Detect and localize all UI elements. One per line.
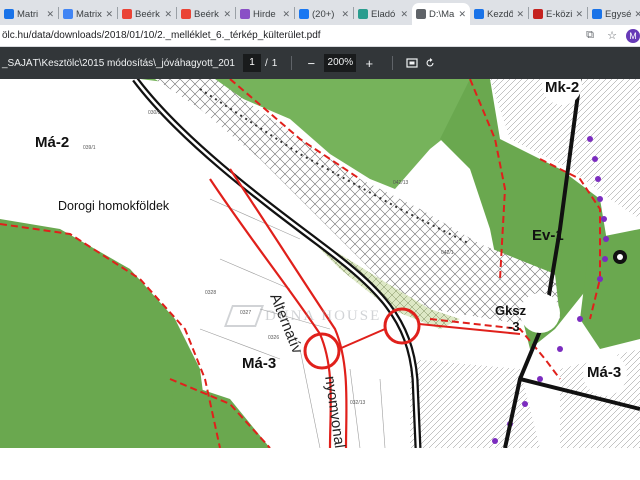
favicon-icon bbox=[474, 9, 484, 19]
toolbar-divider bbox=[392, 56, 394, 70]
browser-tab[interactable]: Matri ✕ bbox=[0, 3, 58, 25]
toolbar-divider bbox=[291, 56, 293, 70]
favicon-icon bbox=[416, 9, 426, 19]
favicon-icon bbox=[4, 9, 14, 19]
zoom-out-button[interactable]: − bbox=[302, 54, 320, 72]
parcel-number: 042/13 bbox=[393, 180, 409, 186]
tab-title: D:\Ma bbox=[429, 8, 455, 20]
favicon-icon bbox=[358, 9, 368, 19]
parcel-number: 0328 bbox=[205, 290, 217, 296]
close-icon[interactable]: ✕ bbox=[341, 9, 349, 20]
favicon-icon bbox=[240, 9, 250, 19]
browser-tab-strip: Matri ✕ Matrix ✕ Beérk ✕ Beérk ✕ Hirde ✕ (20+) ✕ Ela… bbox=[0, 0, 640, 25]
close-icon[interactable]: ✕ bbox=[223, 9, 231, 20]
close-icon[interactable]: ✕ bbox=[458, 9, 466, 20]
green-zone-bottom bbox=[170, 379, 270, 448]
watermark-logo bbox=[223, 305, 265, 327]
browser-tab[interactable]: Hirde ✕ bbox=[236, 3, 294, 25]
zoning-map-drawing bbox=[0, 79, 640, 448]
browser-tab[interactable]: Matrix ✕ bbox=[59, 3, 117, 25]
profile-avatar[interactable]: M bbox=[626, 28, 640, 43]
browser-tab[interactable]: D:\Ma ✕ bbox=[412, 3, 470, 25]
zone-label-gksz-suffix: -3 bbox=[508, 319, 520, 334]
zone-label-ma2: Má-2 bbox=[35, 134, 70, 151]
url-field[interactable]: ölc.hu/data/downloads/2018/01/10/2._mell… bbox=[0, 30, 582, 41]
watermark-text: DUNA HOUSE bbox=[265, 307, 382, 324]
zoom-in-button[interactable]: + bbox=[360, 54, 378, 72]
total-pages: 1 bbox=[271, 57, 278, 69]
browser-tab[interactable]: Beérk ✕ bbox=[177, 3, 235, 25]
favicon-icon bbox=[533, 9, 543, 19]
tab-title: Eladó bbox=[371, 8, 396, 20]
tab-title: Beérk bbox=[135, 8, 160, 20]
close-icon[interactable]: ✕ bbox=[516, 9, 524, 20]
parcel-number: 039/1 bbox=[83, 145, 96, 151]
tab-title: (20+) bbox=[312, 8, 335, 20]
parcel-number: 042/1 bbox=[441, 250, 454, 256]
tab-title: Kezdő bbox=[487, 8, 514, 20]
tab-title: Beérk bbox=[194, 8, 219, 20]
close-icon[interactable]: ✕ bbox=[400, 9, 408, 20]
tab-title: Egysé bbox=[605, 8, 632, 20]
fit-page-icon[interactable] bbox=[403, 54, 421, 72]
watermark: DUNA HOUSE bbox=[223, 305, 382, 327]
close-icon[interactable]: ✕ bbox=[634, 9, 640, 20]
pdf-toolbar: _SAJÁT\Kesztölc\2015 módosítás\_jóváhagy… bbox=[0, 47, 640, 79]
zone-label-ev1: Ev-1 bbox=[532, 227, 564, 244]
tab-title: Matri bbox=[17, 8, 39, 20]
rotate-icon[interactable] bbox=[421, 54, 439, 72]
close-icon[interactable]: ✕ bbox=[164, 9, 172, 20]
star-icon[interactable]: ☆ bbox=[604, 28, 620, 44]
favicon-icon bbox=[122, 9, 132, 19]
close-icon[interactable]: ✕ bbox=[46, 9, 54, 20]
favicon-icon bbox=[181, 9, 191, 19]
favicon-icon bbox=[63, 9, 73, 19]
zone-label-ma3: Má-3 bbox=[242, 355, 277, 372]
favicon-icon bbox=[299, 9, 309, 19]
browser-tab[interactable]: Eladó ✕ bbox=[354, 3, 412, 25]
page-number-input[interactable]: 1 bbox=[243, 54, 261, 72]
zoom-input[interactable]: 200% bbox=[324, 54, 357, 72]
parcel-number: 032/13 bbox=[350, 400, 366, 406]
browser-tab[interactable]: Beérk ✕ bbox=[118, 3, 176, 25]
zone-label-ma3-right: Má-3 bbox=[587, 364, 622, 381]
page-bottom-margin bbox=[0, 448, 640, 480]
page-separator: / bbox=[265, 57, 268, 69]
tab-title: Hirde bbox=[253, 8, 276, 20]
close-icon[interactable]: ✕ bbox=[105, 9, 113, 20]
favicon-icon bbox=[592, 9, 602, 19]
browser-tab[interactable]: E-közi ✕ bbox=[529, 3, 587, 25]
address-bar: ölc.hu/data/downloads/2018/01/10/2._mell… bbox=[0, 25, 640, 47]
parcel-number: 030/3 bbox=[148, 110, 161, 116]
pdf-title: _SAJÁT\Kesztölc\2015 módosítás\_jóváhagy… bbox=[2, 57, 235, 69]
zone-label-mk2: Mk-2 bbox=[545, 79, 580, 96]
zone-label-gksz: Gksz bbox=[495, 303, 527, 318]
puzzle-icon[interactable]: ⧉ bbox=[582, 28, 598, 44]
browser-tab[interactable]: Kezdő ✕ bbox=[470, 3, 528, 25]
tab-title: Matrix bbox=[76, 8, 102, 20]
close-icon[interactable]: ✕ bbox=[282, 9, 290, 20]
place-label: Dorogi homokföldek bbox=[58, 199, 170, 213]
browser-tab[interactable]: (20+) ✕ bbox=[295, 3, 353, 25]
vineyard-zone-bottom bbox=[410, 359, 540, 448]
parcel-number: 0326 bbox=[268, 335, 280, 341]
green-zone-far-right bbox=[580, 229, 640, 349]
close-icon[interactable]: ✕ bbox=[575, 9, 583, 20]
browser-tab[interactable]: Egysé ✕ bbox=[588, 3, 640, 25]
tab-title: E-közi bbox=[546, 8, 573, 20]
pdf-map-page[interactable]: Má-2 Mk-2 Ev-1 Gksz -3 Má-3 Má-3 Dorogi … bbox=[0, 79, 640, 448]
